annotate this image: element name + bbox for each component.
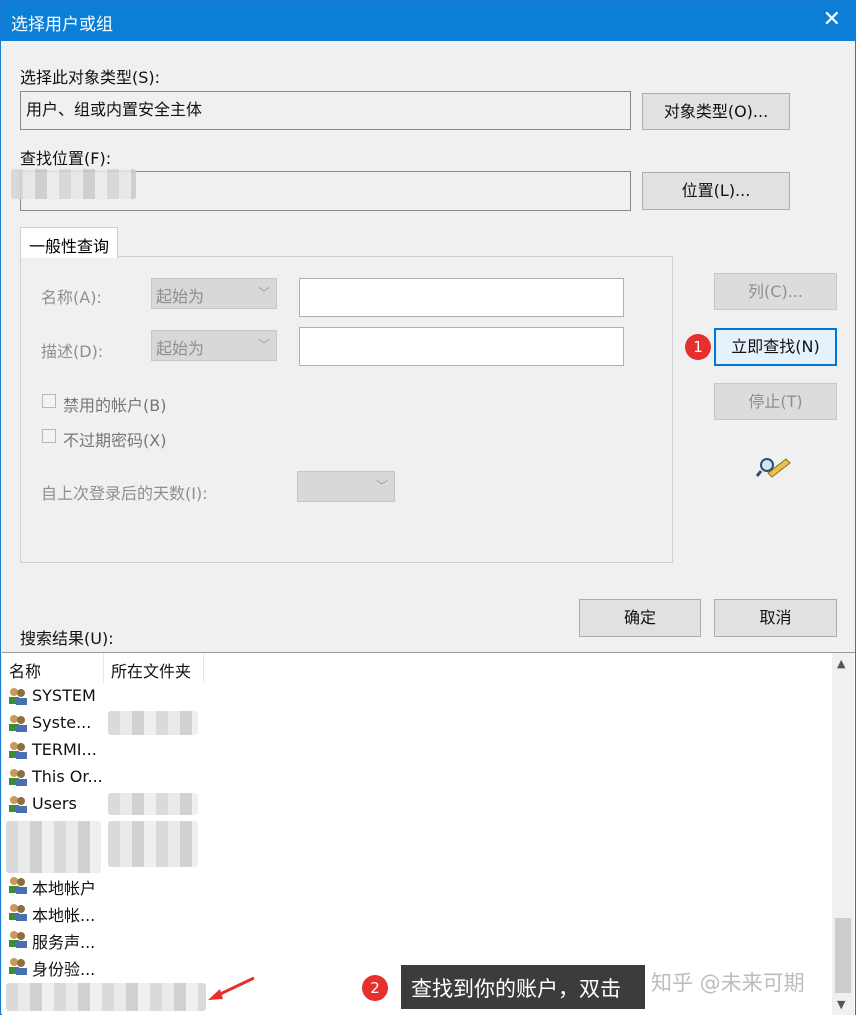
window-title: 选择用户或组 <box>11 15 113 35</box>
location-label: 查找位置(F): <box>20 149 112 168</box>
name-input[interactable] <box>299 278 624 317</box>
blurred-folder <box>108 793 198 815</box>
stop-button[interactable]: 停止(T) <box>714 383 837 420</box>
description-operator-value: 起始为 <box>156 339 205 358</box>
description-label: 描述(D): <box>41 342 104 361</box>
result-name: Syste... <box>32 713 92 732</box>
tip-annotation: 查找到你的账户，双击 <box>401 965 645 1009</box>
list-item[interactable]: 服务声... <box>2 926 832 953</box>
vertical-scrollbar[interactable]: ▲ ▼ <box>832 653 854 1015</box>
watermark: 知乎 @未来可期 <box>651 971 805 995</box>
list-item[interactable]: This Or... <box>2 764 832 791</box>
result-name: 身份验... <box>32 960 96 979</box>
locations-button[interactable]: 位置(L)... <box>642 172 790 210</box>
user-group-icon <box>9 715 27 732</box>
search-results-label: 搜索结果(U): <box>20 629 114 648</box>
find-now-button[interactable]: 立即查找(N) <box>714 328 837 366</box>
list-item[interactable]: 本地帐户 <box>2 872 832 899</box>
non-expiring-checkbox[interactable] <box>42 429 56 443</box>
user-group-icon <box>9 742 27 759</box>
result-name: This Or... <box>32 767 103 786</box>
description-operator-select[interactable]: 起始为 ﹀ <box>151 330 277 361</box>
user-group-icon <box>9 904 27 921</box>
object-types-button[interactable]: 对象类型(O)... <box>642 93 790 130</box>
column-header-folder[interactable]: 所在文件夹 <box>104 653 204 683</box>
user-group-icon <box>9 931 27 948</box>
list-item[interactable]: 本地帐... <box>2 899 832 926</box>
days-since-logon-label: 自上次登录后的天数(I): <box>41 484 208 503</box>
description-input[interactable] <box>299 327 624 366</box>
search-results-list[interactable]: 名称 所在文件夹 SYSTEM Syste... TERMI... This O… <box>2 652 855 1015</box>
blurred-name <box>6 821 101 873</box>
result-name: 本地帐... <box>32 906 96 925</box>
result-name: 服务声... <box>32 933 96 952</box>
scroll-thumb[interactable] <box>835 918 851 993</box>
disabled-accounts-checkbox[interactable] <box>42 394 56 408</box>
list-item[interactable]: TERMI... <box>2 737 832 764</box>
non-expiring-label: 不过期密码(X) <box>63 431 167 450</box>
disabled-accounts-label: 禁用的帐户(B) <box>63 396 167 415</box>
search-magnifier-icon <box>756 458 791 478</box>
columns-button[interactable]: 列(C)... <box>714 273 837 310</box>
step-marker-2: 2 <box>362 975 388 1001</box>
user-group-icon <box>9 796 27 813</box>
result-name: 本地帐户 <box>32 879 97 898</box>
chevron-down-icon: ﹀ <box>375 479 388 493</box>
blurred-row <box>6 983 206 1011</box>
name-operator-value: 起始为 <box>156 287 205 306</box>
user-group-icon <box>9 877 27 894</box>
tab-common-queries[interactable]: 一般性查询 <box>20 227 118 258</box>
arrow-pointer-icon <box>208 976 255 1000</box>
ok-button[interactable]: 确定 <box>579 599 701 637</box>
name-label: 名称(A): <box>41 288 102 307</box>
step-marker-1: 1 <box>685 334 711 360</box>
scroll-up-icon[interactable]: ▲ <box>837 657 845 670</box>
user-group-icon <box>9 688 27 705</box>
object-type-label: 选择此对象类型(S): <box>20 68 161 87</box>
list-item[interactable]: SYSTEM <box>2 683 832 710</box>
object-type-field: 用户、组或内置安全主体 <box>20 91 631 130</box>
chevron-down-icon: ﹀ <box>257 338 270 352</box>
user-group-icon <box>9 769 27 786</box>
result-name: Users <box>32 794 77 813</box>
name-operator-select[interactable]: 起始为 ﹀ <box>151 278 277 309</box>
days-since-logon-select[interactable]: ﹀ <box>297 471 395 502</box>
scroll-down-icon[interactable]: ▼ <box>837 998 845 1011</box>
result-name: SYSTEM <box>32 686 96 705</box>
user-group-icon <box>9 958 27 975</box>
title-bar: 选择用户或组 ✕ <box>1 1 855 41</box>
blurred-folder <box>108 711 198 735</box>
chevron-down-icon: ﹀ <box>257 286 270 300</box>
cancel-button[interactable]: 取消 <box>714 599 837 637</box>
result-name: TERMI... <box>32 740 97 759</box>
blurred-location <box>11 169 136 199</box>
column-header-name[interactable]: 名称 <box>2 653 104 683</box>
blurred-folder <box>108 821 198 867</box>
close-icon[interactable]: ✕ <box>823 7 841 32</box>
select-users-dialog: 选择用户或组 ✕ 选择此对象类型(S): 用户、组或内置安全主体 对象类型(O)… <box>0 0 856 1015</box>
